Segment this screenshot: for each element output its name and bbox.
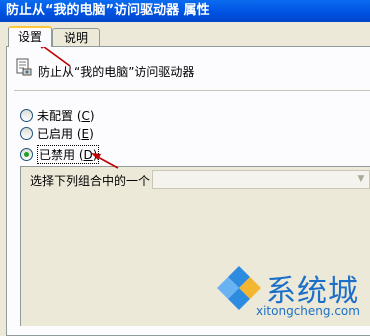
- radio-button[interactable]: [20, 127, 33, 140]
- radio-disabled[interactable]: 已禁用 (D): [20, 145, 100, 164]
- watermark: 系统城 xitongcheng.com: [216, 264, 370, 322]
- chevron-down-icon[interactable]: ▼: [353, 171, 369, 188]
- watermark-url: xitongcheng.com: [256, 304, 360, 318]
- separator: [14, 90, 370, 91]
- radio-button[interactable]: [20, 109, 33, 122]
- radio-label: 已启用 (E): [37, 127, 94, 141]
- radio-label: 未配置 (C): [37, 109, 95, 123]
- combo-label: 选择下列组合中的一个: [30, 174, 151, 188]
- policy-name: 防止从“我的电脑”访问驱动器: [38, 65, 195, 79]
- radio-not-configured[interactable]: 未配置 (C): [20, 107, 95, 124]
- drive-combo-select[interactable]: ▼: [152, 170, 370, 189]
- tab-settings[interactable]: 设置: [8, 26, 52, 47]
- radio-enabled[interactable]: 已启用 (E): [20, 125, 94, 142]
- tab-explain[interactable]: 说明: [52, 28, 100, 46]
- window-title: 防止从“我的电脑”访问驱动器 属性: [0, 0, 370, 22]
- policy-document-icon: [16, 58, 32, 76]
- radio-button-selected[interactable]: [20, 148, 33, 161]
- radio-label: 已禁用 (D): [37, 145, 100, 164]
